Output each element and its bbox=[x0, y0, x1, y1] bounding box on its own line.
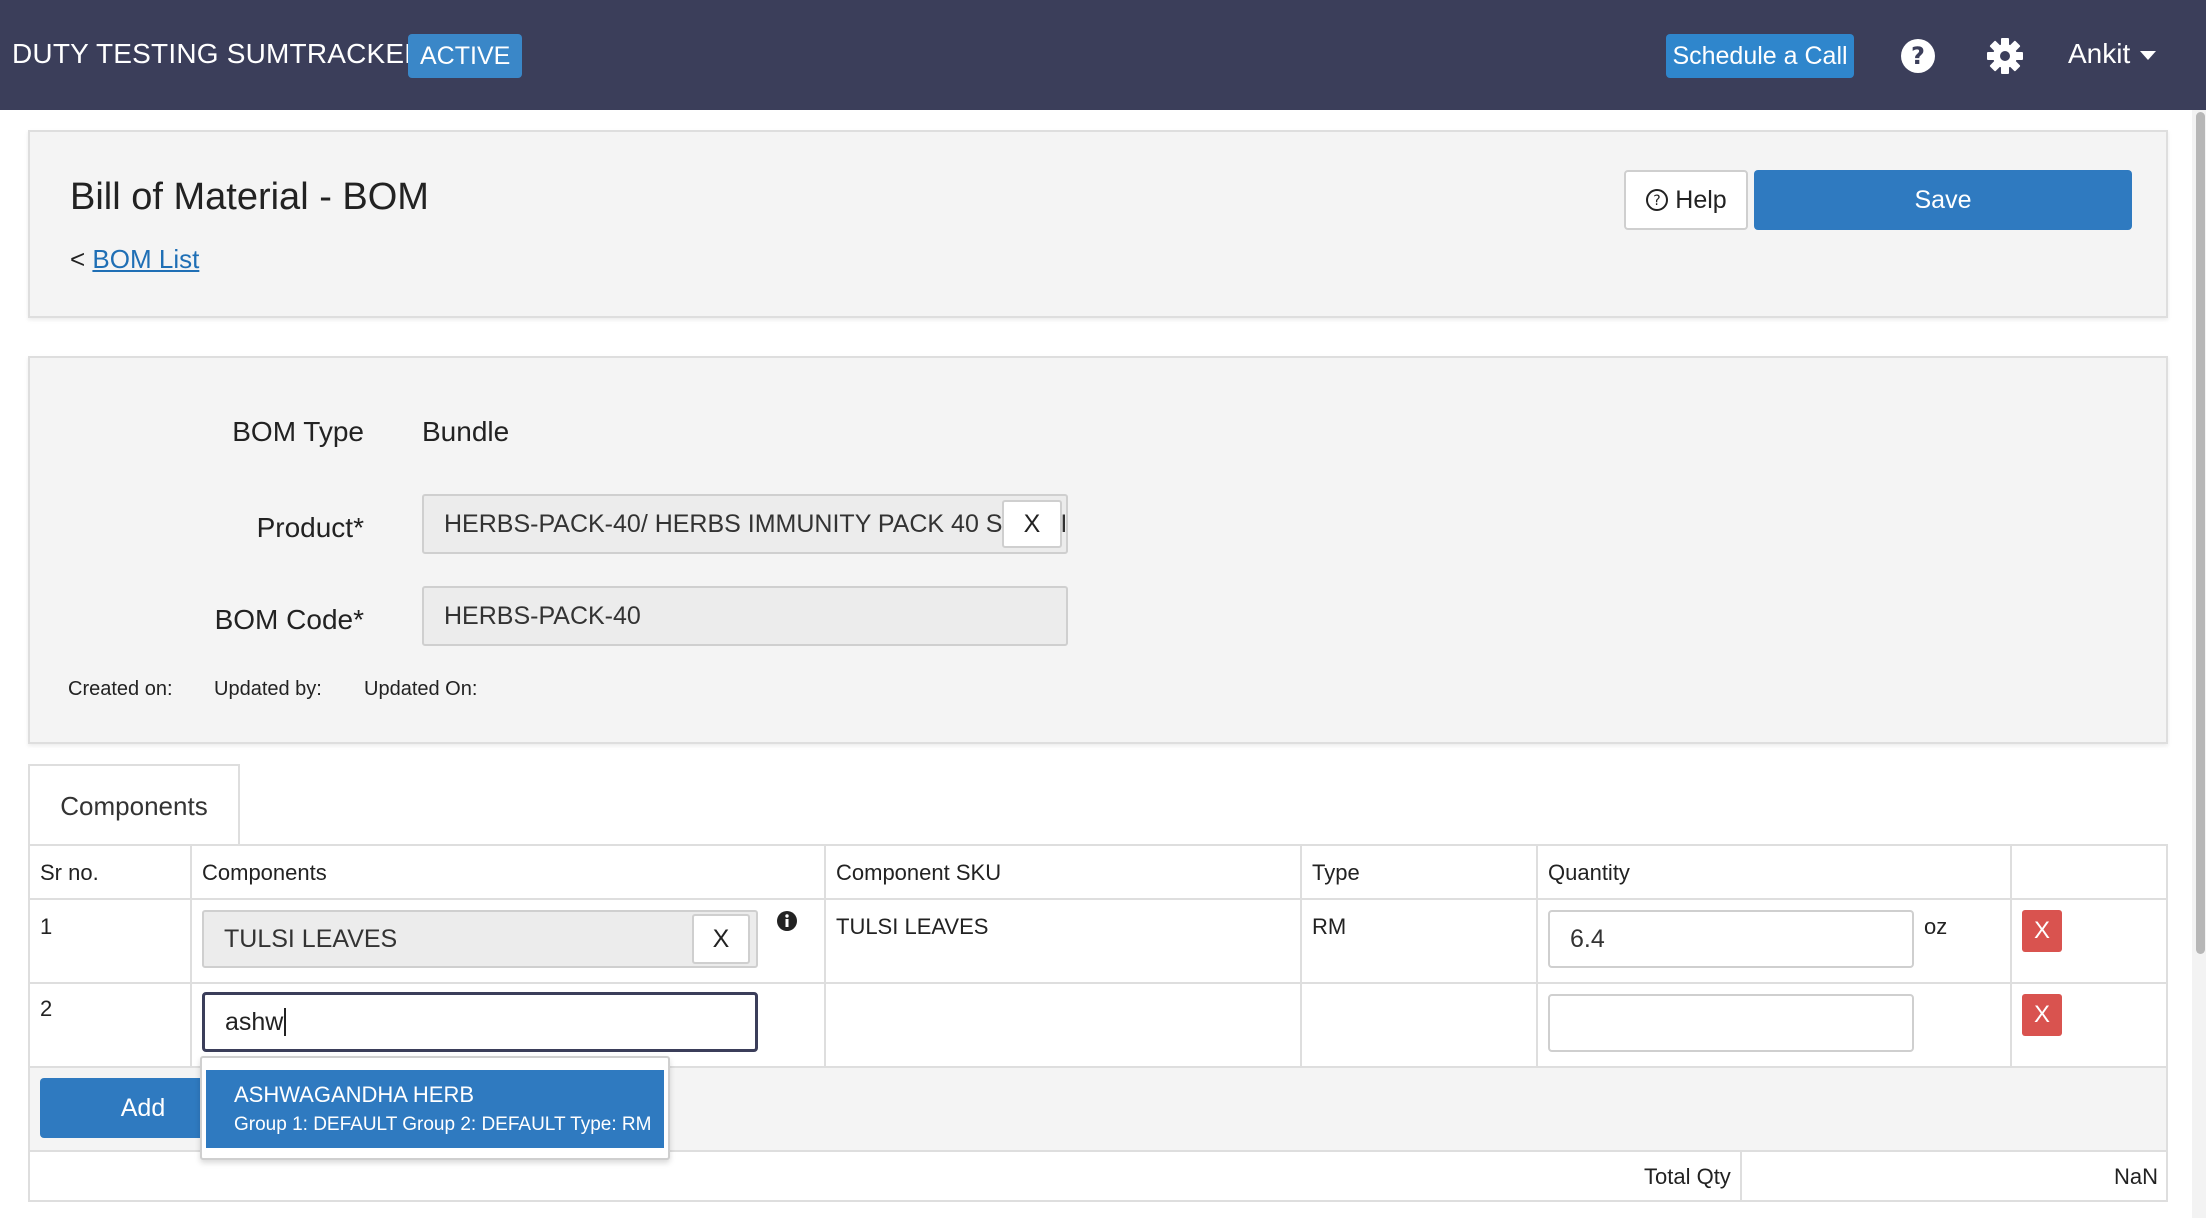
gear-icon[interactable] bbox=[1985, 36, 2025, 76]
row2-delete-button[interactable]: X bbox=[2022, 994, 2062, 1036]
row1-quantity-input[interactable]: 6.4 bbox=[1548, 910, 1914, 968]
page-title: Bill of Material - BOM bbox=[70, 176, 429, 218]
back-prefix: < bbox=[70, 244, 86, 274]
row1-sr-no: 1 bbox=[40, 914, 53, 939]
total-qty-value: NaN bbox=[2113, 1164, 2158, 1189]
top-navbar: DUTY TESTING SUMTRACKER ACTIVE Schedule … bbox=[0, 0, 2206, 110]
row1-unit: oz bbox=[1924, 914, 1948, 939]
header-type: Type bbox=[1312, 860, 1360, 885]
help-button[interactable]: ? Help bbox=[1624, 170, 1748, 230]
product-label: Product* bbox=[256, 512, 364, 543]
bom-type-label: BOM Type bbox=[232, 416, 364, 447]
row2-search-text: ashw bbox=[225, 1007, 284, 1036]
tab-components[interactable]: Components bbox=[28, 764, 240, 846]
header-component-sku: Component SKU bbox=[836, 860, 1002, 885]
bom-code-field[interactable]: HERBS-PACK-40 bbox=[422, 586, 1068, 646]
bom-list-link[interactable]: BOM List bbox=[92, 244, 199, 274]
bom-type-value: Bundle bbox=[422, 416, 510, 447]
total-qty-label: Total Qty bbox=[1644, 1164, 1731, 1189]
save-button[interactable]: Save bbox=[1754, 170, 2132, 230]
row2-quantity-input[interactable] bbox=[1548, 994, 1914, 1052]
row1-component-field[interactable]: TULSI LEAVES bbox=[202, 910, 758, 968]
breadcrumb: < BOM List bbox=[70, 244, 199, 275]
header-sr-no: Sr no. bbox=[40, 860, 99, 885]
svg-text:?: ? bbox=[1911, 42, 1925, 70]
row2-sr-no: 2 bbox=[40, 996, 53, 1021]
updated-by-label: Updated by: bbox=[214, 678, 322, 700]
col-divider bbox=[1740, 1152, 1742, 1200]
app-brand[interactable]: DUTY TESTING SUMTRACKER bbox=[12, 38, 425, 70]
row1-component-sku: TULSI LEAVES bbox=[836, 914, 989, 939]
help-circle-icon[interactable]: ? bbox=[1898, 36, 1938, 76]
schedule-call-button[interactable]: Schedule a Call bbox=[1666, 34, 1854, 78]
row1-type: RM bbox=[1312, 914, 1347, 939]
question-circle-icon: ? bbox=[1646, 189, 1669, 211]
col-divider bbox=[1536, 846, 1538, 1066]
status-badge: ACTIVE bbox=[408, 34, 523, 78]
bom-form-panel: BOM Type Bundle Product* HERBS-PACK-40/ … bbox=[28, 356, 2168, 744]
created-on-label: Created on: bbox=[68, 678, 173, 700]
col-divider bbox=[190, 846, 192, 1066]
row-divider bbox=[30, 898, 2166, 900]
help-button-label: Help bbox=[1675, 185, 1727, 214]
product-field[interactable]: HERBS-PACK-40/ HERBS IMMUNITY PACK 40 SE… bbox=[422, 494, 1068, 554]
option-title: ASHWAGANDHA HERB bbox=[234, 1082, 475, 1107]
svg-text:?: ? bbox=[1654, 193, 1661, 209]
autocomplete-option[interactable]: ASHWAGANDHA HERB Group 1: DEFAULT Group … bbox=[206, 1070, 664, 1148]
header-panel: Bill of Material - BOM < BOM List ? Help… bbox=[28, 130, 2168, 318]
updated-on-label: Updated On: bbox=[364, 678, 478, 700]
header-components: Components bbox=[202, 860, 327, 885]
option-subtitle: Group 1: DEFAULT Group 2: DEFAULT Type: … bbox=[234, 1114, 652, 1135]
row1-component-clear-button[interactable]: X bbox=[692, 914, 750, 964]
col-divider bbox=[2010, 846, 2012, 1066]
product-clear-button[interactable]: X bbox=[1002, 500, 1062, 548]
header-quantity: Quantity bbox=[1548, 860, 1630, 885]
user-menu[interactable]: Ankit bbox=[2068, 38, 2157, 70]
user-name: Ankit bbox=[2068, 38, 2131, 69]
col-divider bbox=[1300, 846, 1302, 1066]
col-divider bbox=[824, 846, 826, 1066]
components-table: Sr no. Components Component SKU Type Qua… bbox=[28, 844, 2168, 1068]
row2-component-search-input[interactable]: ashw bbox=[202, 992, 758, 1052]
caret-down-icon bbox=[2140, 51, 2157, 61]
row-divider bbox=[30, 982, 2166, 984]
autocomplete-dropdown: ASHWAGANDHA HERB Group 1: DEFAULT Group … bbox=[200, 1056, 670, 1160]
row1-delete-button[interactable]: X bbox=[2022, 910, 2062, 952]
text-cursor bbox=[284, 1008, 287, 1036]
page-scrollbar-thumb[interactable] bbox=[2196, 112, 2205, 954]
bom-code-label: BOM Code* bbox=[214, 604, 364, 635]
info-icon[interactable] bbox=[776, 910, 798, 932]
